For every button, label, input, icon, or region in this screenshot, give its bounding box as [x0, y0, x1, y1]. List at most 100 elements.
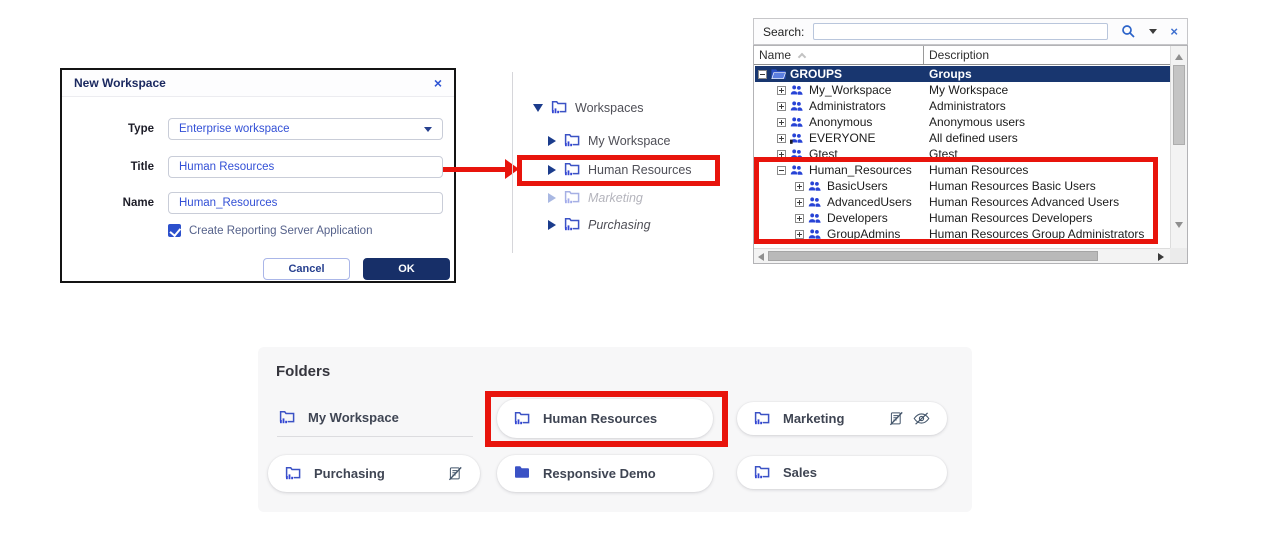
tree-item-label: Workspaces — [575, 101, 644, 115]
annotation-arrow-line — [443, 167, 506, 172]
workspace-folder-icon — [564, 189, 580, 204]
type-select[interactable]: Enterprise workspace — [168, 118, 443, 140]
sort-ascending-icon — [798, 52, 806, 60]
group-row[interactable]: EVERYONE All defined users — [755, 130, 1171, 146]
scroll-right-icon[interactable] — [1158, 253, 1164, 261]
folder-icon-slot — [279, 409, 295, 427]
group-row-icon-slot — [790, 100, 805, 113]
checkbox-row: Create Reporting Server Application — [168, 224, 372, 237]
column-header-description[interactable]: Description — [929, 48, 989, 62]
name-field[interactable]: Human_Resources — [168, 192, 443, 214]
horizontal-scroll-thumb[interactable] — [768, 251, 1098, 261]
group-description: Anonymous users — [929, 115, 1025, 129]
group-row-icon-slot — [771, 68, 786, 81]
folder-card[interactable]: Responsive Demo — [497, 455, 713, 492]
search-label: Search: — [763, 25, 804, 39]
tree-item[interactable]: Marketing — [548, 189, 643, 207]
scroll-up-icon[interactable] — [1175, 54, 1183, 60]
folder-card[interactable]: Sales — [737, 456, 947, 489]
group-row[interactable]: My_Workspace My Workspace — [755, 82, 1171, 98]
screenshot-page: New Workspace × Type Enterprise workspac… — [0, 0, 1280, 537]
workspace-folder-icon — [564, 132, 580, 147]
folder-badges — [889, 411, 930, 426]
dialog-header: New Workspace × — [62, 70, 454, 97]
folder-icon-slot — [514, 465, 530, 482]
folder-label: Marketing — [783, 411, 844, 426]
search-close-icon[interactable]: × — [1170, 25, 1178, 38]
expand-arrow-icon[interactable] — [548, 220, 556, 230]
hidden-eye-icon — [913, 412, 930, 425]
table-header: Name Description — [754, 46, 1187, 65]
title-field-value: Human Resources — [179, 161, 274, 173]
group-description: Administrators — [929, 99, 1006, 113]
search-bar: Search: × — [753, 18, 1188, 45]
folder-card[interactable]: Marketing — [737, 402, 947, 435]
vertical-scrollbar[interactable] — [1170, 46, 1187, 248]
tree-item[interactable]: Purchasing — [548, 216, 651, 234]
type-select-value: Enterprise workspace — [179, 123, 290, 135]
group-name: EVERYONE — [809, 131, 875, 145]
folder-icon-slot — [285, 465, 301, 483]
type-label: Type — [62, 123, 168, 135]
group-description: All defined users — [929, 131, 1018, 145]
folder-label: Sales — [783, 465, 817, 480]
checkbox-label: Create Reporting Server Application — [189, 225, 372, 237]
workspace-folder-icon — [754, 410, 770, 425]
name-field-row: Name Human_Resources — [62, 192, 454, 214]
folder-badges — [448, 466, 463, 481]
checked-checkbox[interactable] — [168, 224, 181, 237]
folder-label: Purchasing — [314, 466, 385, 481]
expand-toggle-icon[interactable] — [777, 102, 786, 111]
group-row[interactable]: GROUPS Groups — [755, 66, 1171, 82]
workspace-folder-icon — [551, 99, 567, 114]
expand-toggle-icon[interactable] — [777, 134, 786, 143]
new-workspace-dialog: New Workspace × Type Enterprise workspac… — [60, 68, 456, 283]
workspace-folder-icon — [279, 409, 295, 424]
name-field-value: Human_Resources — [179, 197, 277, 209]
search-icon[interactable] — [1121, 24, 1136, 39]
scroll-left-icon[interactable] — [758, 253, 764, 261]
scrollbar-corner — [1170, 248, 1187, 263]
type-field-row: Type Enterprise workspace — [62, 118, 454, 140]
cancel-button[interactable]: Cancel — [263, 258, 350, 280]
tree-item-label: Marketing — [588, 191, 643, 205]
close-icon[interactable]: × — [434, 76, 442, 90]
title-field[interactable]: Human Resources — [168, 156, 443, 178]
group-name: Administrators — [809, 99, 886, 113]
folder-card[interactable]: My Workspace — [275, 399, 475, 436]
group-icon — [790, 116, 803, 128]
folders-heading: Folders — [276, 363, 330, 380]
group-description: My Workspace — [929, 83, 1008, 97]
vertical-scroll-thumb[interactable] — [1173, 65, 1185, 145]
folder-card[interactable]: Purchasing — [268, 455, 480, 492]
tree-item[interactable]: My Workspace — [548, 132, 670, 150]
expand-arrow-icon[interactable] — [548, 136, 556, 146]
group-row[interactable]: Administrators Administrators — [755, 98, 1171, 114]
open-folder-icon — [771, 68, 786, 80]
scroll-down-icon[interactable] — [1175, 222, 1183, 228]
tree-item[interactable]: Workspaces — [533, 99, 644, 117]
expand-arrow-icon[interactable] — [548, 193, 556, 203]
title-label: Title — [62, 161, 168, 173]
search-input[interactable] — [813, 23, 1108, 40]
expand-toggle-icon[interactable] — [758, 70, 767, 79]
tree-item-label: My Workspace — [588, 134, 670, 148]
column-divider[interactable] — [923, 46, 924, 64]
title-field-row: Title Human Resources — [62, 156, 454, 178]
group-description: Groups — [929, 67, 972, 81]
expand-toggle-icon[interactable] — [777, 118, 786, 127]
search-options-caret-icon[interactable] — [1149, 29, 1157, 34]
expand-arrow-icon[interactable] — [533, 104, 543, 112]
ok-button[interactable]: OK — [363, 258, 450, 280]
workspace-folder-icon-slot — [564, 189, 580, 207]
group-row-icon-slot — [790, 116, 805, 129]
column-header-name[interactable]: Name — [759, 48, 805, 62]
group-row-icon-slot — [790, 132, 805, 145]
group-row[interactable]: Anonymous Anonymous users — [755, 114, 1171, 130]
expand-toggle-icon[interactable] — [777, 86, 786, 95]
name-label: Name — [62, 197, 168, 209]
group-name: Anonymous — [809, 115, 872, 129]
group-icon — [790, 84, 803, 96]
horizontal-scrollbar[interactable] — [754, 248, 1170, 263]
group-everyone-icon — [790, 132, 803, 144]
